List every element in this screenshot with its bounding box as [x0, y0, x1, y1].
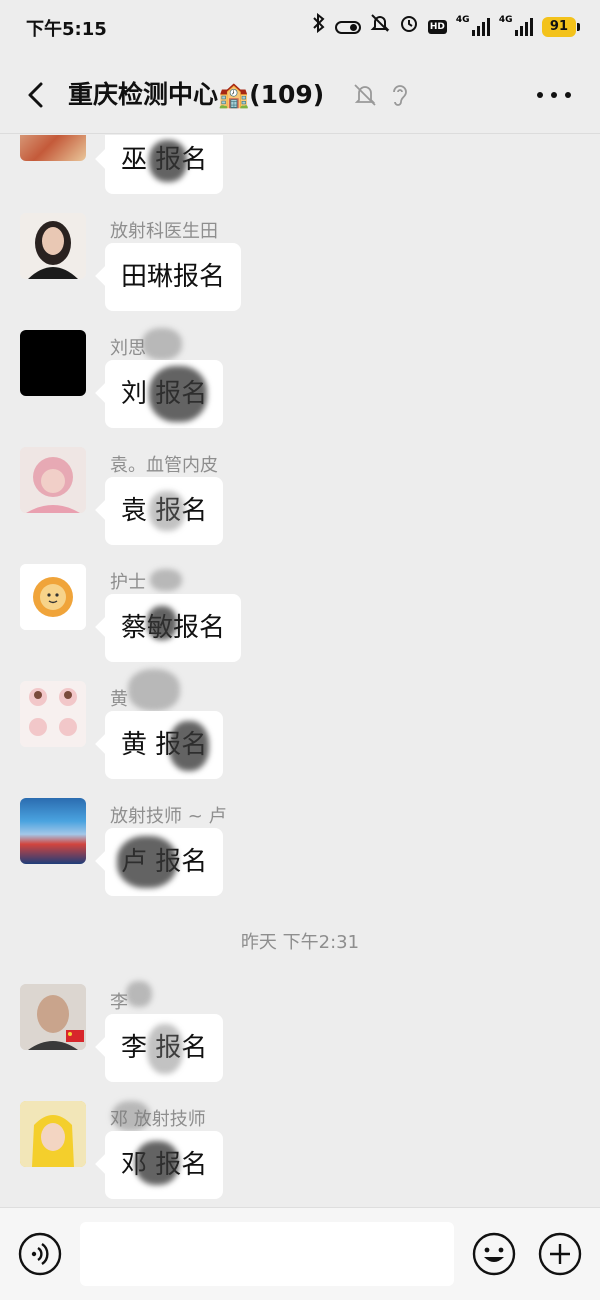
redaction-scribble — [117, 836, 177, 888]
mute-bell-icon — [352, 82, 378, 108]
network-label-1: 4G — [455, 15, 470, 25]
message-bubble[interactable]: 邓 报名 — [105, 1131, 224, 1199]
group-name: 重庆检测中心 — [68, 80, 219, 109]
sender-name: 黄 — [110, 689, 128, 710]
input-bar — [0, 1207, 600, 1300]
redaction-scribble — [135, 1141, 179, 1185]
hd-icon: HD — [427, 20, 447, 34]
more-icon[interactable] — [532, 80, 576, 110]
redaction-scribble — [147, 606, 177, 640]
member-count: (109) — [249, 80, 325, 109]
avatar[interactable] — [20, 681, 86, 747]
sender-name: 放射科医生田 — [110, 221, 218, 242]
redaction-scribble — [112, 1101, 150, 1131]
status-icons: HD 4G 4G 91 — [312, 12, 581, 41]
avatar[interactable] — [20, 330, 86, 396]
message-text: 田琳报名 — [121, 262, 226, 292]
dnd-icon — [370, 13, 390, 41]
bluetooth-icon — [312, 12, 326, 41]
school-emoji-icon: 🏫 — [218, 80, 250, 109]
redaction-scribble — [128, 669, 180, 711]
battery-icon: 91 — [541, 17, 581, 37]
network-label-2: 4G — [498, 15, 513, 25]
redaction-scribble — [150, 569, 182, 591]
plus-icon[interactable] — [538, 1232, 582, 1276]
status-time: 下午5:15 — [26, 19, 107, 40]
avatar[interactable] — [20, 213, 86, 279]
sender-name: 刘思 — [110, 338, 146, 359]
redaction-scribble — [149, 140, 187, 182]
avatar[interactable] — [20, 447, 86, 513]
chat-messages[interactable]: 巫 报名 放射科医生田 田琳报名 刘思 刘 报名 袁。血管内皮 袁 报名 — [0, 135, 600, 1207]
avatar[interactable] — [20, 564, 86, 630]
avatar[interactable] — [20, 135, 86, 161]
message-bubble[interactable]: 巫 报名 — [105, 135, 224, 194]
timestamp: 昨天 下午2:31 — [240, 932, 360, 953]
signal-icon: 4G — [455, 15, 490, 36]
message-bubble[interactable]: 蔡敏报名 — [105, 594, 242, 662]
avatar[interactable] — [20, 984, 86, 1050]
message-bubble[interactable]: 袁 报名 — [105, 477, 224, 545]
chat-header: 重庆检测中心🏫(109) — [0, 56, 600, 134]
emoji-icon[interactable] — [472, 1232, 516, 1276]
avatar[interactable] — [20, 798, 86, 864]
message-bubble[interactable]: 黄 报名 — [105, 711, 224, 779]
vibrate-icon — [334, 20, 361, 34]
message-bubble[interactable]: 卢 报名 — [105, 828, 224, 896]
message-bubble[interactable]: 刘 报名 — [105, 360, 224, 428]
chat-title: 重庆检测中心🏫(109) — [68, 77, 324, 113]
redaction-scribble — [126, 981, 152, 1007]
avatar[interactable] — [20, 1101, 86, 1167]
sender-name: 袁。血管内皮 — [110, 455, 218, 476]
redaction-scribble — [149, 491, 185, 531]
back-icon[interactable] — [20, 78, 54, 112]
alarm-icon — [399, 13, 419, 41]
voice-icon[interactable] — [18, 1232, 62, 1276]
signal-icon: 4G — [498, 15, 533, 36]
status-bar: 下午5:15 HD 4G 4G 91 — [0, 0, 600, 56]
message-input[interactable] — [80, 1222, 454, 1286]
sender-name: 护士 — [110, 572, 146, 593]
redaction-scribble — [147, 1024, 183, 1074]
redaction-scribble — [149, 366, 207, 422]
sender-name: 放射技师 ~ 卢 — [110, 806, 227, 827]
message-bubble[interactable]: 田琳报名 — [105, 243, 242, 311]
message-bubble[interactable]: 李 报名 — [105, 1014, 224, 1082]
ear-icon — [388, 82, 412, 108]
redaction-scribble — [169, 721, 209, 771]
redaction-scribble — [142, 328, 182, 360]
